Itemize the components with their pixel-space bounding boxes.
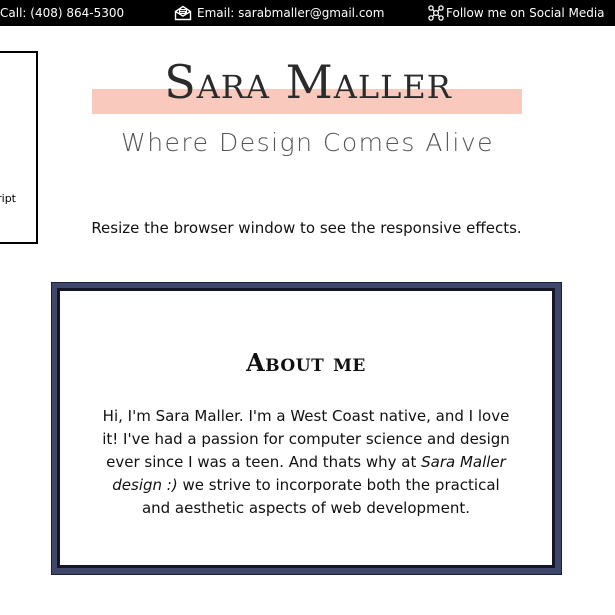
- about-paragraph: Hi, I'm Sara Maller. I'm a West Coast na…: [96, 405, 516, 520]
- about-text-end: we strive to incorporate both the practi…: [141, 476, 500, 517]
- site-tagline: Where Design Comes Alive: [120, 128, 495, 157]
- about-heading: About me: [246, 348, 366, 377]
- side-nav-link[interactable]: ript: [0, 192, 16, 205]
- about-card-inner: About me Hi, I'm Sara Maller. I'm a West…: [57, 288, 555, 568]
- email-contact[interactable]: Email: sarabmaller@gmail.com: [174, 0, 384, 26]
- email-label: Email: sarabmaller@gmail.com: [197, 6, 385, 20]
- side-nav-panel: ript: [0, 51, 38, 244]
- site-title: Sara Maller: [164, 55, 452, 109]
- contact-bar: Call: (408) 864-5300 Email: sarabmaller@…: [0, 0, 615, 26]
- about-card: About me Hi, I'm Sara Maller. I'm a West…: [51, 282, 562, 575]
- social-media-link[interactable]: Follow me on Social Media: [427, 0, 605, 26]
- site-logo[interactable]: Sara Maller: [90, 52, 530, 122]
- social-network-icon: [427, 4, 445, 22]
- social-label: Follow me on Social Media: [446, 6, 605, 20]
- resize-notice: Resize the browser window to see the res…: [91, 219, 522, 237]
- envelope-icon: [174, 5, 192, 21]
- phone-label: Call: (408) 864-5300: [0, 6, 125, 20]
- page: Call: (408) 864-5300 Email: sarabmaller@…: [0, 0, 615, 615]
- phone-contact[interactable]: Call: (408) 864-5300: [0, 0, 124, 26]
